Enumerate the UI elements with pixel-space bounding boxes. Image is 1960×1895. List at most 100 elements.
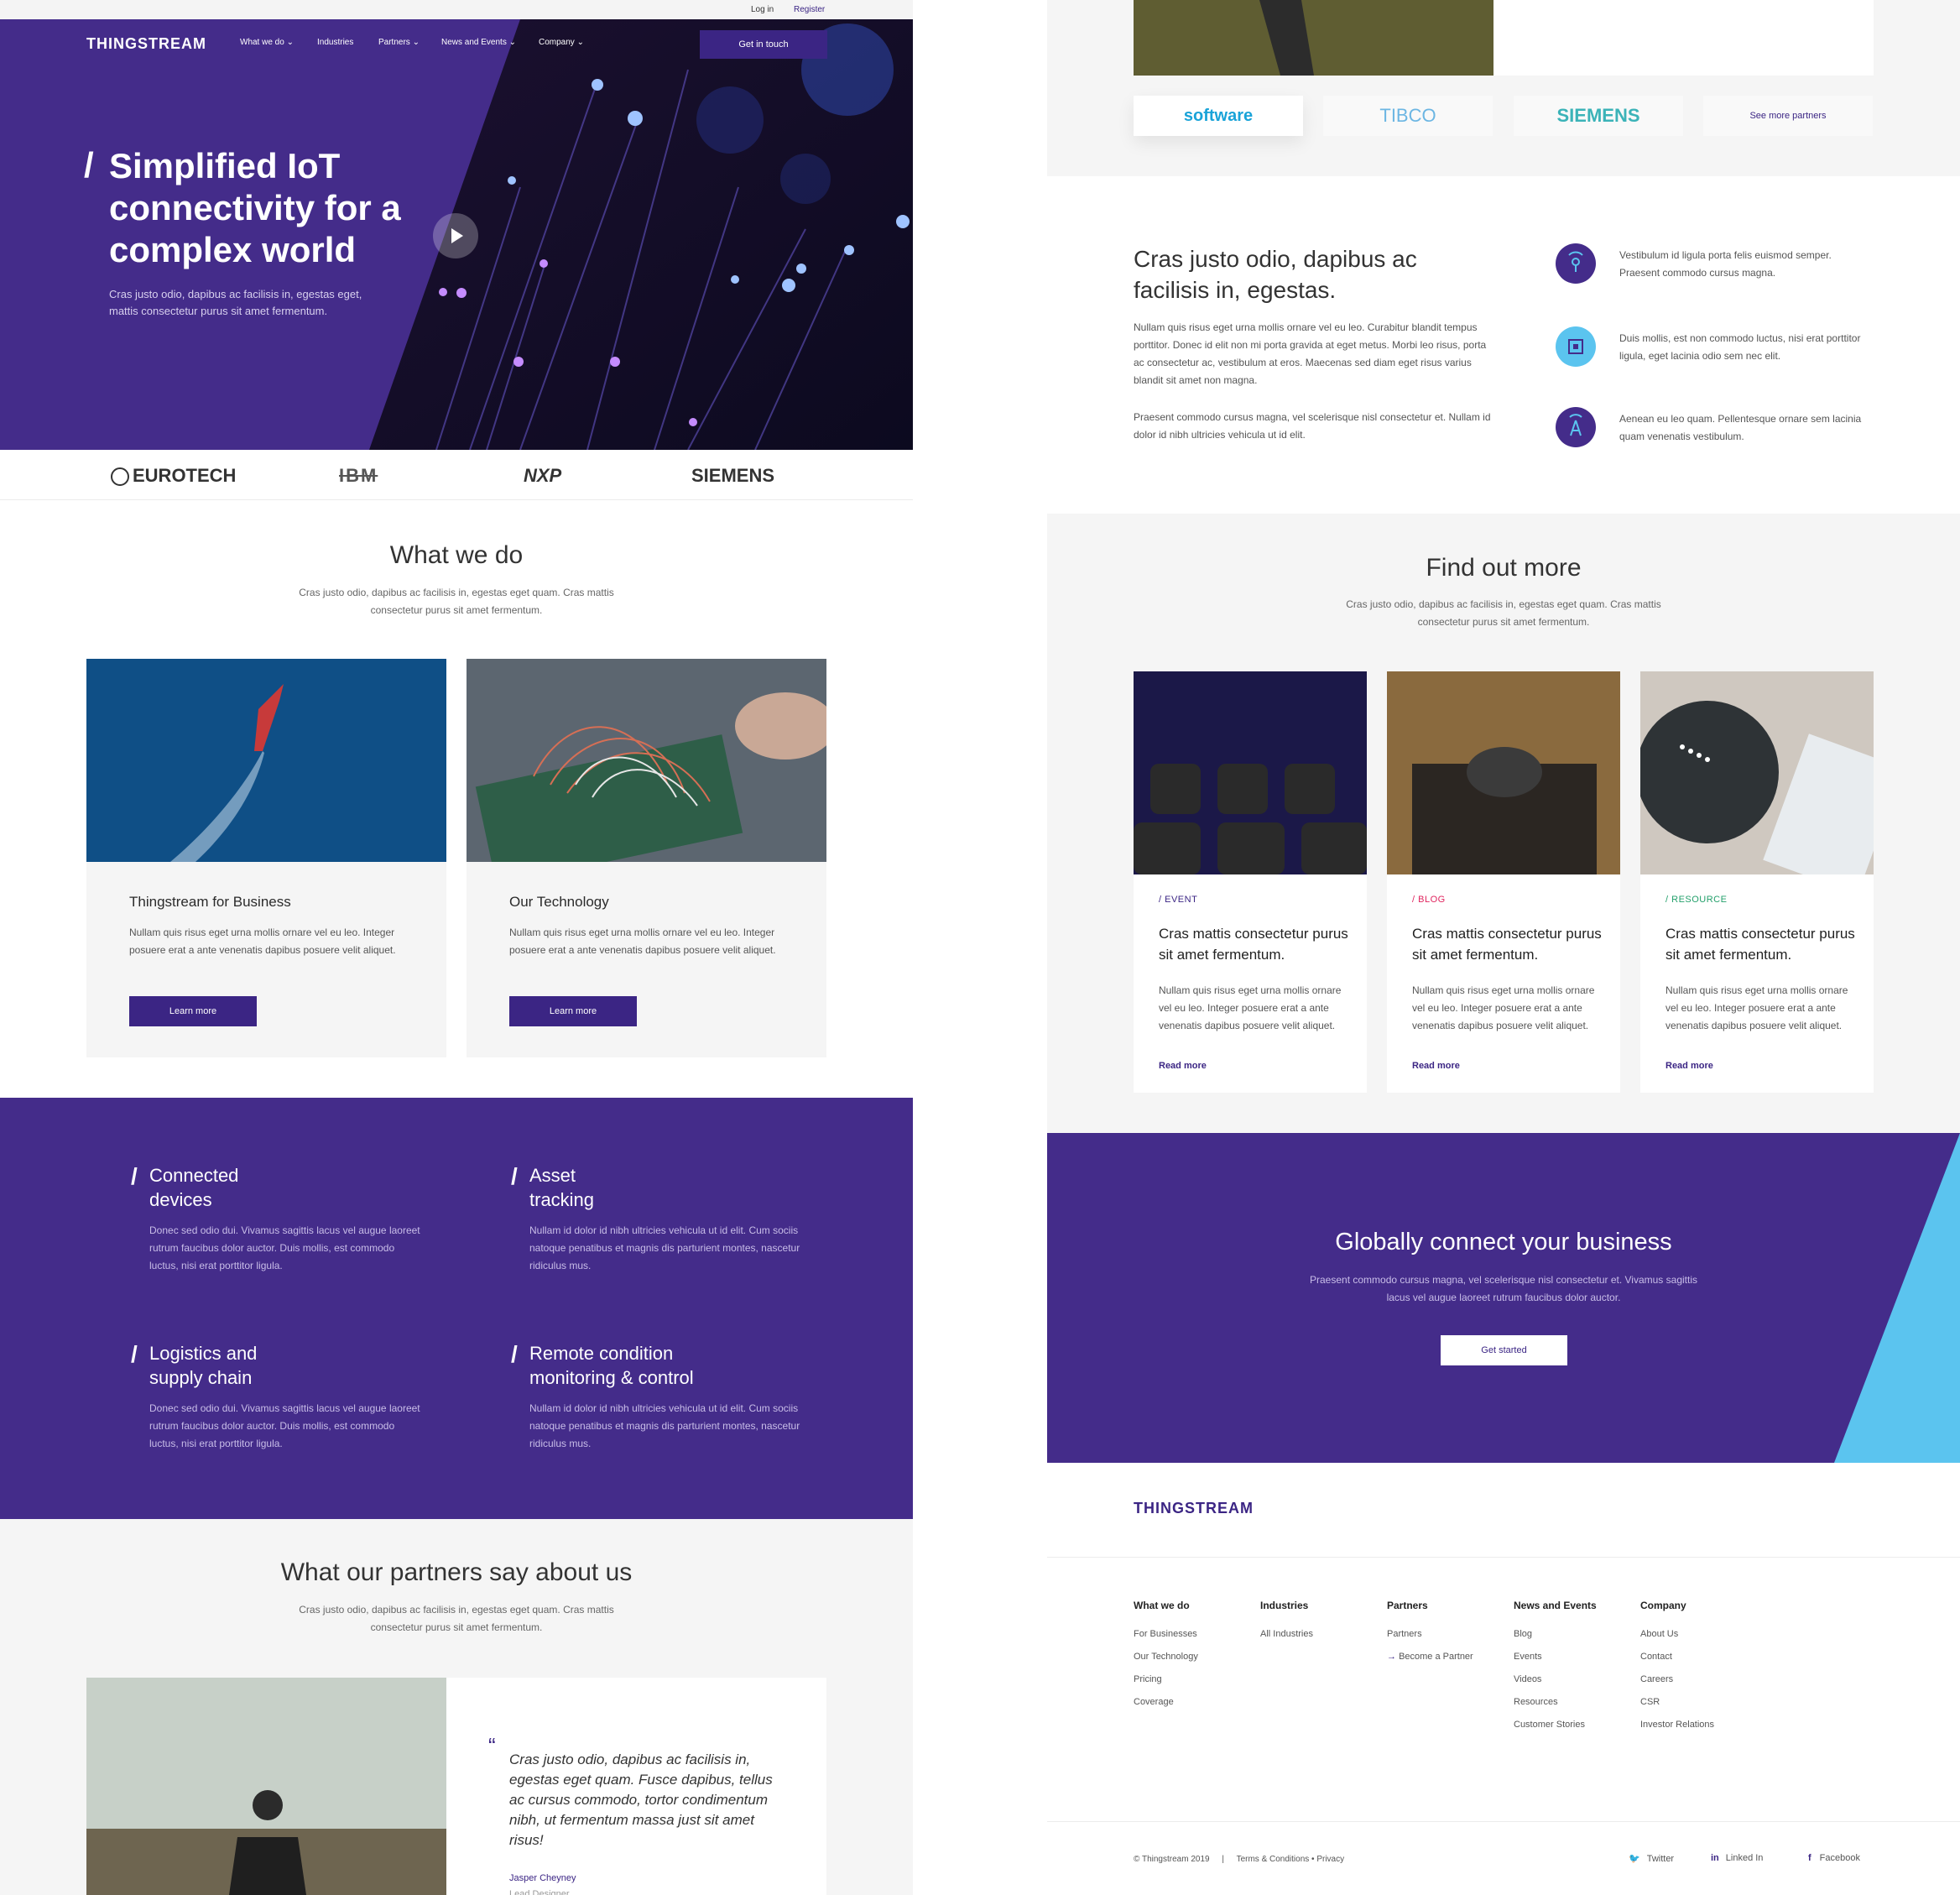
facebook-icon: f	[1808, 1853, 1811, 1863]
cargo-ship-image	[86, 659, 446, 862]
info-item-text: Aenean eu leo quam. Pellentesque ornare …	[1619, 413, 1862, 442]
info-paragraph-1: Nullam quis risus eget urna mollis ornar…	[1134, 321, 1487, 386]
footer-logo[interactable]: THINGSTREAM	[1134, 1500, 1254, 1517]
software-ag-logo[interactable]: software	[1134, 96, 1303, 136]
chevron-down-icon: ⌄	[286, 38, 294, 47]
footer-link[interactable]: Coverage	[1134, 1691, 1198, 1714]
footer-link[interactable]: About Us	[1640, 1623, 1714, 1646]
blog-card[interactable]: / BLOG Cras mattis consectetur purus sit…	[1387, 671, 1620, 1093]
site-logo[interactable]: THINGSTREAM	[86, 35, 206, 53]
slash-mark: /	[511, 1341, 518, 1367]
twitter-link[interactable]: 🐦 Twitter	[1629, 1853, 1674, 1864]
tag-label: BLOG	[1418, 895, 1446, 905]
footer-link[interactable]: For Businesses	[1134, 1623, 1198, 1646]
event-card[interactable]: / EVENT Cras mattis consectetur purus si…	[1134, 671, 1367, 1093]
footer-link[interactable]: Videos	[1514, 1668, 1597, 1691]
login-link[interactable]: Log in	[751, 5, 774, 14]
read-more-link[interactable]: Read more	[1412, 1061, 1460, 1071]
tag-label: EVENT	[1165, 895, 1198, 905]
footer-link[interactable]: Partners	[1387, 1623, 1473, 1646]
resource-card[interactable]: / RESOURCE Cras mattis consectetur purus…	[1640, 671, 1874, 1093]
see-more-label: See more partners	[1749, 111, 1827, 121]
nav-company[interactable]: Company ⌄	[539, 38, 584, 47]
register-link[interactable]: Register	[794, 5, 825, 14]
see-more-partners-link[interactable]: See more partners	[1703, 96, 1873, 136]
siemens-logo-text: SIEMENS	[1556, 105, 1640, 126]
footer-link[interactable]: Events	[1514, 1646, 1597, 1668]
find-out-more-subtitle: Cras justo odio, dapibus ac facilisis in…	[1346, 598, 1661, 628]
blog-tag: / BLOG	[1412, 895, 1446, 905]
linkedin-icon: in	[1711, 1853, 1719, 1863]
footer-link[interactable]: Blog	[1514, 1623, 1597, 1646]
footer-column-industries: Industries All Industries	[1260, 1600, 1313, 1646]
terms-privacy-link[interactable]: Terms & Conditions • Privacy	[1237, 1855, 1345, 1864]
get-started-button[interactable]: Get started	[1441, 1335, 1567, 1365]
testimonial-author: Jasper Cheyney	[509, 1873, 576, 1883]
linkedin-link[interactable]: in Linked In	[1711, 1853, 1763, 1863]
footer-column-heading: Industries	[1260, 1600, 1309, 1611]
nav-news-events[interactable]: News and Events ⌄	[441, 38, 516, 47]
nav-partners[interactable]: Partners ⌄	[378, 38, 420, 47]
business-card: Thingstream for Business Nullam quis ris…	[86, 659, 446, 1057]
info-title: Cras justo odio, dapibus ac facilisis in…	[1134, 246, 1417, 303]
get-in-touch-button[interactable]: Get in touch	[700, 30, 827, 59]
testimonial-quote-card: “ Cras justo odio, dapibus ac facilisis …	[446, 1678, 826, 1895]
footer-link[interactable]: Resources	[1514, 1691, 1597, 1714]
feature-logistics: / Logistics and supply chain Donec sed o…	[131, 1341, 433, 1459]
linkedin-label: Linked In	[1725, 1853, 1764, 1863]
slash-mark: /	[131, 1341, 138, 1367]
footer-column-heading: Partners	[1387, 1600, 1428, 1611]
nav-what-we-do-label: What we do	[240, 38, 284, 47]
card-body: Nullam quis risus eget urna mollis ornar…	[509, 927, 776, 956]
read-more-link[interactable]: Read more	[1665, 1061, 1713, 1071]
auditorium-chairs-image	[1134, 671, 1367, 874]
footer-link-become-partner[interactable]: → Become a Partner	[1387, 1646, 1473, 1668]
testimonial-section: What our partners say about us Cras just…	[0, 1519, 913, 1895]
card-title: Our Technology	[509, 894, 609, 910]
nav-company-label: Company	[539, 38, 575, 47]
info-item-text: Vestibulum id ligula porta felis euismod…	[1619, 249, 1832, 279]
footer-column-news: News and Events Blog Events Videos Resou…	[1514, 1600, 1597, 1736]
eurotech-logo-text: EUROTECH	[133, 465, 237, 486]
footer-link[interactable]: Contact	[1640, 1646, 1714, 1668]
chevron-down-icon: ⌄	[576, 38, 584, 47]
footer-column-what-we-do: What we do For Businesses Our Technology…	[1134, 1600, 1198, 1714]
footer-link[interactable]: Customer Stories	[1514, 1714, 1597, 1736]
event-tag: / EVENT	[1159, 895, 1198, 905]
feature-body: Nullam id dolor id nibh ultricies vehicu…	[529, 1402, 800, 1449]
footer-column-heading: What we do	[1134, 1600, 1190, 1611]
chevron-down-icon: ⌄	[508, 38, 516, 47]
learn-more-button[interactable]: Learn more	[129, 996, 257, 1026]
footer-link[interactable]: CSR	[1640, 1691, 1714, 1714]
nav-industries[interactable]: Industries	[317, 38, 353, 47]
signal-tower-icon	[1556, 243, 1596, 284]
footer-link[interactable]: Our Technology	[1134, 1646, 1198, 1668]
footer-link[interactable]: All Industries	[1260, 1623, 1313, 1646]
footer-link[interactable]: Investor Relations	[1640, 1714, 1714, 1736]
hero-slash-mark: /	[84, 145, 94, 185]
circuit-board-image	[467, 659, 826, 862]
eurotech-logo: EUROTECH	[111, 465, 236, 487]
footer-link[interactable]: Careers	[1640, 1668, 1714, 1691]
siemens-partner-logo[interactable]: SIEMENS	[1514, 96, 1683, 136]
feature-asset-tracking: / Asset tracking Nullam id dolor id nibh…	[511, 1163, 813, 1281]
info-item-text: Duis mollis, est non commodo luctus, nis…	[1619, 332, 1861, 362]
facebook-link[interactable]: f Facebook	[1808, 1853, 1860, 1863]
footer-link[interactable]: Pricing	[1134, 1668, 1198, 1691]
nav-what-we-do[interactable]: What we do ⌄	[240, 38, 294, 47]
twitter-label: Twitter	[1646, 1854, 1675, 1864]
card-title: Cras mattis consectetur purus sit amet f…	[1412, 926, 1602, 963]
card-title: Thingstream for Business	[129, 894, 291, 910]
twitter-icon: 🐦	[1629, 1854, 1640, 1864]
nxp-logo: NXP	[524, 465, 562, 486]
card-body: Nullam quis risus eget urna mollis ornar…	[1412, 984, 1595, 1031]
feature-title: Remote condition monitoring & control	[529, 1343, 694, 1388]
tag-label: RESOURCE	[1671, 895, 1728, 905]
siemens-logo: SIEMENS	[691, 465, 775, 486]
read-more-link[interactable]: Read more	[1159, 1061, 1207, 1071]
tibco-logo[interactable]: TIBCO	[1323, 96, 1493, 136]
play-video-button[interactable]	[433, 213, 478, 258]
learn-more-button[interactable]: Learn more	[509, 996, 637, 1026]
technology-card: Our Technology Nullam quis risus eget ur…	[467, 659, 826, 1057]
footer-divider	[1047, 1557, 1960, 1558]
